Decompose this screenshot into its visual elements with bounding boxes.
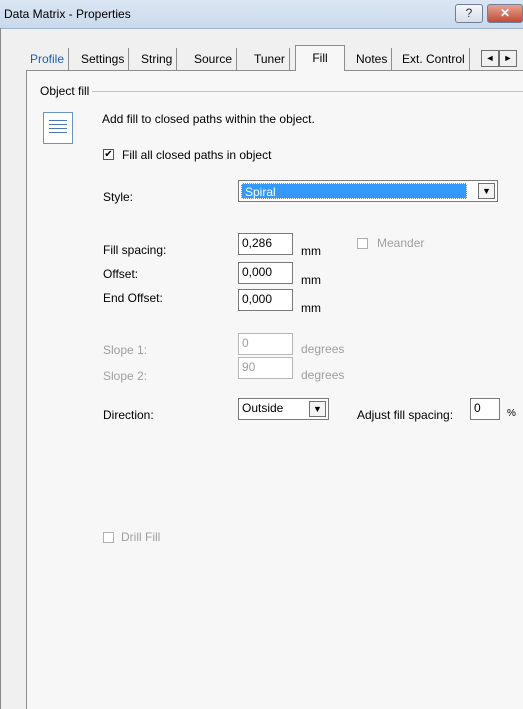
adjust-fill-spacing-input[interactable]: 0 [470, 398, 500, 420]
info-document-icon [43, 112, 73, 144]
slope-2-unit: degrees [301, 368, 345, 382]
tab-notes[interactable]: Notes [352, 48, 393, 70]
tab-scroll-right-icon[interactable]: ► [499, 50, 517, 67]
window-title: Data Matrix - Properties [4, 7, 131, 21]
slope-2-label: Slope 2: [103, 369, 148, 383]
tab-fill[interactable]: Fill [295, 45, 345, 71]
close-button[interactable]: ✕ [487, 4, 523, 23]
slope-1-unit: degrees [301, 342, 345, 356]
group-description: Add fill to closed paths within the obje… [102, 112, 315, 126]
group-divider [92, 91, 523, 92]
tab-scroll-left-icon[interactable]: ◄ [481, 50, 499, 67]
slope-1-label: Slope 1: [103, 343, 148, 357]
drill-fill-label: Drill Fill [121, 530, 161, 544]
help-button[interactable]: ? [455, 4, 483, 23]
fill-all-label: Fill all closed paths in object [122, 148, 272, 162]
chevron-down-icon[interactable]: ▼ [309, 401, 326, 417]
offset-input[interactable]: 0,000 [238, 262, 293, 284]
style-select[interactable]: Spiral ▼ [238, 180, 498, 202]
tab-ext-control[interactable]: Ext. Control [398, 48, 470, 70]
direction-value: Outside [242, 401, 284, 415]
meander-checkbox[interactable] [357, 238, 368, 249]
chevron-down-icon[interactable]: ▼ [478, 183, 495, 199]
fill-spacing-input[interactable]: 0,286 [238, 233, 293, 255]
slope-2-input[interactable]: 90 [238, 357, 293, 379]
tab-scroll-buttons: ◄ ► [478, 50, 523, 67]
offset-unit: mm [301, 273, 321, 287]
fill-spacing-unit: mm [301, 244, 321, 258]
fill-all-checkbox[interactable]: ✔ [103, 149, 114, 160]
end-offset-label: End Offset: [103, 291, 163, 305]
tab-panel-fill [26, 70, 523, 709]
end-offset-unit: mm [301, 301, 321, 315]
offset-label: Offset: [103, 267, 139, 281]
tab-string[interactable]: String [137, 48, 178, 70]
direction-select[interactable]: Outside ▼ [238, 398, 329, 420]
drill-fill-checkbox[interactable] [103, 532, 114, 543]
group-label: Object fill [40, 84, 92, 98]
adjust-fill-spacing-label: Adjust fill spacing: [357, 408, 454, 422]
style-value: Spiral [241, 183, 467, 199]
fill-spacing-label: Fill spacing: [103, 243, 167, 257]
direction-label: Direction: [103, 408, 154, 422]
style-label: Style: [103, 190, 134, 204]
tab-profile[interactable]: Profile [26, 48, 70, 70]
adjust-fill-spacing-unit: % [507, 408, 516, 419]
tab-settings[interactable]: Settings [77, 48, 130, 70]
tab-strip: Profile Settings String Source Tuner Fil… [26, 45, 523, 71]
tab-tuner[interactable]: Tuner [250, 48, 290, 70]
tab-source[interactable]: Source [190, 48, 238, 70]
slope-1-input[interactable]: 0 [238, 333, 293, 355]
meander-label: Meander [377, 236, 425, 250]
end-offset-input[interactable]: 0,000 [238, 289, 293, 311]
